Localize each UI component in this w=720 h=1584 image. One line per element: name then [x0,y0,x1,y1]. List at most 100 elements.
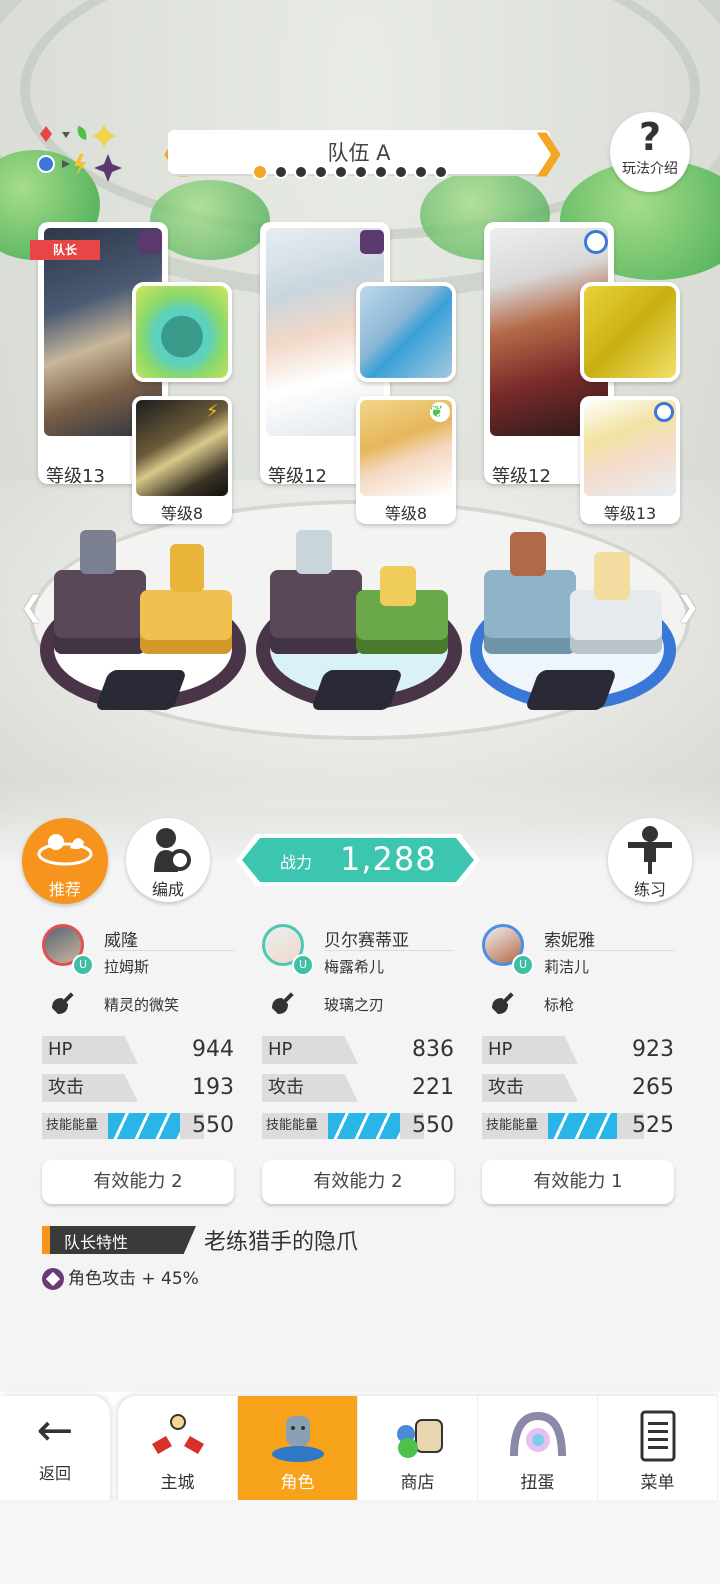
character-level: 等级13 [46,466,105,484]
leader-skill-tag-label: 队长特性 [64,1233,129,1252]
hp-value: 923 [632,1037,674,1062]
tab-character[interactable]: 角色 [238,1396,358,1500]
energy-bar [548,1113,644,1139]
attack-label: 攻击 [262,1074,358,1102]
unison-badge-icon: U [292,954,314,976]
support-card-2[interactable]: ❦ 等级8 [356,396,456,524]
energy-value: 550 [412,1113,454,1138]
formation-icon [154,828,191,872]
attack-value: 193 [192,1075,234,1100]
character-name: 威隆 [104,931,138,951]
hp-value: 944 [192,1037,234,1062]
energy-bar [108,1113,204,1139]
hp-label: HP [42,1036,138,1064]
leader-skill-tag: 队长特性 [42,1226,196,1254]
attack-label: 攻击 [482,1074,578,1102]
attack-label: 攻击 [42,1074,138,1102]
weapon-slot-3[interactable] [580,282,680,382]
dark-element-icon [138,230,162,254]
tab-gacha[interactable]: 扭蛋 [478,1396,598,1500]
dark-element-icon [360,230,384,254]
attack-stat: 攻击 265 [482,1074,674,1102]
leaf-icon: ❦ [430,402,450,422]
leader-skill-effect: 角色攻击 + 45% [42,1264,199,1290]
tab-castle[interactable]: 主城 [118,1396,238,1500]
support-card-3[interactable]: 等级13 [580,396,680,524]
page-dot[interactable] [294,165,308,179]
page-dot[interactable] [414,165,428,179]
hp-value: 836 [412,1037,454,1062]
recommend-icon [37,834,93,866]
hp-stat: HP 923 [482,1036,674,1064]
leader-skill-name: 老练猎手的隐爪 [204,1230,359,1255]
effective-ability-button[interactable]: 有效能力 2 [42,1160,234,1204]
weapon-name: 标枪 [544,996,575,1014]
skill-energy-stat: 技能能量 525 [482,1113,674,1139]
castle-icon [152,1414,204,1454]
practice-label: 练习 [633,880,666,899]
unit-group-1[interactable] [40,530,246,720]
unit-group-2[interactable] [256,530,462,720]
attack-value: 221 [412,1075,454,1100]
weapon-icon [52,992,74,1014]
weapon-slot-2[interactable] [356,282,456,382]
recommend-label: 推荐 [48,880,81,899]
page-dot[interactable] [314,165,328,179]
power-value: 1,288 [340,840,437,878]
practice-button[interactable]: 练习 [608,818,692,902]
tab-label: 角色 [280,1473,315,1493]
hp-label: HP [482,1036,578,1064]
formation-button[interactable]: 编成 [126,818,210,902]
leader-skill-effect-text: 角色攻击 + 45% [68,1269,199,1289]
support-level: 等级8 [160,504,204,523]
support-level: 等级8 [384,504,428,523]
power-label: 战力 [280,853,313,872]
recommend-button[interactable]: 推荐 [22,818,108,904]
page-dot[interactable] [274,165,288,179]
support-name: 梅露希儿 [324,958,385,976]
page-dot[interactable] [374,165,388,179]
water-element-icon [584,230,608,254]
back-label: 返回 [38,1464,71,1483]
bottom-tab-bar: 主城 角色 商店 扭蛋 菜单 [118,1396,720,1500]
page-dot[interactable] [334,165,348,179]
support-level: 等级13 [603,504,657,523]
energy-value: 550 [192,1113,234,1138]
tab-label: 菜单 [640,1473,675,1493]
scroll-right-arrow[interactable]: ❯ [676,590,699,623]
page-dot[interactable] [252,164,268,180]
character-level: 等级12 [268,466,327,484]
attack-stat: 攻击 193 [42,1074,234,1102]
tab-shop[interactable]: 商店 [358,1396,478,1500]
character-name: 贝尔赛蒂亚 [324,931,409,951]
energy-label: 技能能量 [262,1113,328,1139]
weapon-icon [272,992,294,1014]
tab-menu[interactable]: 菜单 [598,1396,718,1500]
weapon-slot-1[interactable] [132,282,232,382]
page-dot[interactable] [354,165,368,179]
character-level: 等级12 [492,466,551,484]
support-name: 拉姆斯 [104,958,150,976]
back-button[interactable]: ← 返回 [0,1396,110,1500]
energy-label: 技能能量 [42,1113,108,1139]
hp-stat: HP 944 [42,1036,234,1064]
effective-ability-button[interactable]: 有效能力 2 [262,1160,454,1204]
unit-group-3[interactable] [470,530,676,720]
menu-icon [640,1410,676,1462]
hp-stat: HP 836 [262,1036,454,1064]
energy-bar [328,1113,424,1139]
team-power: 战力 1,288 [236,834,480,886]
page-dot[interactable] [434,165,448,179]
help-button[interactable]: ? 玩法介绍 [610,112,690,192]
energy-label: 技能能量 [482,1113,548,1139]
next-team-arrow[interactable]: ❯ [530,128,567,176]
water-icon [654,402,674,422]
element-chart-icon [37,124,122,182]
leader-tag: 队长 [30,240,100,260]
shop-icon [397,1419,443,1458]
page-dot[interactable] [394,165,408,179]
effective-ability-button[interactable]: 有效能力 1 [482,1160,674,1204]
support-card-1[interactable]: ⚡ 等级8 [132,396,232,524]
attack-value: 265 [632,1075,674,1100]
weapon-name: 玻璃之刃 [324,996,385,1014]
